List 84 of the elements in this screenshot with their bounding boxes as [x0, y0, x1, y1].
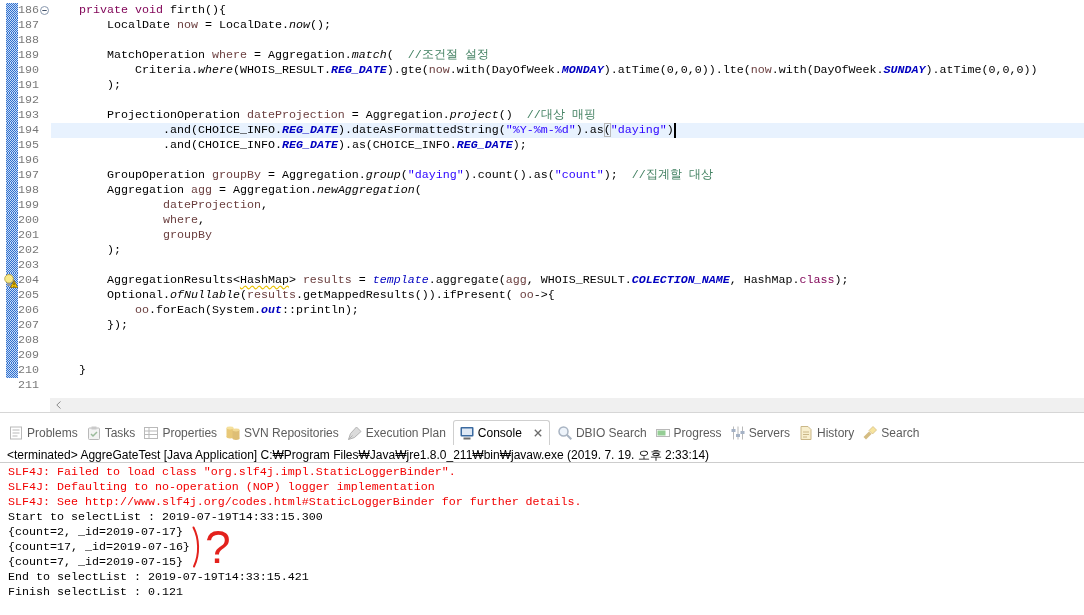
- line-number: 192: [18, 93, 39, 108]
- view-tab[interactable]: Console: [452, 420, 550, 445]
- search-icon: [557, 426, 572, 440]
- console-line: {count=7, _id=2019-07-15}: [8, 555, 183, 570]
- collapse-icon[interactable]: [40, 6, 49, 15]
- pen-icon: [347, 426, 362, 440]
- line-number: 194: [18, 123, 39, 138]
- line-number: 198: [18, 183, 39, 198]
- line-number: 188: [18, 33, 39, 48]
- chevron-left-icon[interactable]: [56, 401, 61, 409]
- code-line: LocalDate now = LocalDate.now();: [107, 18, 331, 33]
- view-tab[interactable]: Tasks: [84, 420, 143, 445]
- flashlight-icon: [863, 426, 878, 440]
- console-line: SLF4J: Failed to load class "org.slf4j.impl.StaticLoggerBinder".: [8, 465, 456, 480]
- code-line: Aggregation agg = Aggregation.newAggregation(: [107, 183, 422, 198]
- line-number: 191: [18, 78, 39, 93]
- line-number: 208: [18, 333, 39, 348]
- line-number: 205: [18, 288, 39, 303]
- line-number: 200: [18, 213, 39, 228]
- code-line: dateProjection,: [163, 198, 268, 213]
- code-line: private void firth(){: [79, 3, 226, 18]
- view-tab[interactable]: Properties: [142, 420, 225, 445]
- code-line: AggregationResults<HashMap> results = template.aggregate(agg, WHOIS_RESULT.COLECTION_NAME, HashMap.class);: [107, 273, 849, 288]
- console-header: <terminated> AggreGateTest [Java Application] C:₩Program Files₩Java₩jre1.8.0_211₩bin₩javaw.exe (2019. 7. 19. 오후 2:33:14): [7, 448, 710, 462]
- line-number: 195: [18, 138, 39, 153]
- line-number: 203: [18, 258, 39, 273]
- console-line: {count=2, _id=2019-07-17}: [8, 525, 183, 540]
- line-number: 189: [18, 48, 39, 63]
- code-line: ProjectionOperation dateProjection = Aggregation.project() //대상 매핑: [107, 108, 596, 123]
- line-number: 201: [18, 228, 39, 243]
- table-icon: [144, 426, 159, 440]
- line-number: 190: [18, 63, 39, 78]
- line-number: 209: [18, 348, 39, 363]
- line-number: 196: [18, 153, 39, 168]
- cylinders-icon: [226, 426, 241, 440]
- line-number: 210: [18, 363, 39, 378]
- code-line: Optional.ofNullable(results.getMappedResults()).ifPresent( oo->{: [107, 288, 555, 303]
- clipboard-check-icon: [86, 426, 101, 440]
- code-line: GroupOperation groupBy = Aggregation.group("daying").count().as("count"); //집계할 대상: [107, 168, 713, 183]
- sliders-icon: [730, 426, 745, 440]
- line-number: 186: [18, 3, 39, 18]
- view-tab[interactable]: Progress: [653, 420, 729, 445]
- code-line: where,: [163, 213, 205, 228]
- document-icon: [798, 426, 813, 440]
- console-line: Start to selectList : 2019-07-19T14:33:15.300: [8, 510, 323, 525]
- code-line: );: [107, 243, 121, 258]
- monitor-icon: [459, 426, 474, 440]
- view-tab[interactable]: DBIO Search: [555, 420, 654, 445]
- console-line: SLF4J: See http://www.slf4j.org/codes.html#StaticLoggerBinder for further details.: [8, 495, 582, 510]
- line-number: 204: [18, 273, 39, 288]
- code-line: oo.forEach(System.out::println);: [135, 303, 359, 318]
- text-cursor: [673, 123, 676, 138]
- progress-bar-icon: [655, 426, 670, 440]
- line-number: 202: [18, 243, 39, 258]
- code-line: });: [107, 318, 128, 333]
- code-line: MatchOperation where = Aggregation.match( //조건절 설정: [107, 48, 489, 63]
- view-tab[interactable]: History: [796, 420, 862, 445]
- console-line: SLF4J: Defaulting to no-operation (NOP) logger implementation: [8, 480, 435, 495]
- view-tab[interactable]: SVN Repositories: [224, 420, 346, 445]
- horizontal-scrollbar[interactable]: [50, 398, 1084, 412]
- code-line: groupBy: [163, 228, 212, 243]
- console-line: Finish selectList : 0.121: [8, 585, 183, 600]
- line-number: 197: [18, 168, 39, 183]
- code-line: );: [107, 78, 121, 93]
- code-line: .and(CHOICE_INFO.REG_DATE).dateAsFormattedString("%Y-%m-%d").as("daying"): [163, 123, 674, 138]
- line-number: 211: [18, 378, 39, 393]
- close-icon[interactable]: [533, 429, 542, 437]
- list-icon: [9, 426, 23, 440]
- view-tab[interactable]: Execution Plan: [345, 420, 453, 445]
- code-line: .and(CHOICE_INFO.REG_DATE).as(CHOICE_INFO.REG_DATE);: [163, 138, 527, 153]
- view-tab[interactable]: Servers: [728, 420, 797, 445]
- line-number: 187: [18, 18, 39, 33]
- handwritten-question-mark: ?: [205, 524, 231, 570]
- console-line: End to selectList : 2019-07-19T14:33:15.421: [8, 570, 309, 585]
- console-line: {count=17, _id=2019-07-16}: [8, 540, 190, 555]
- code-line: }: [79, 363, 86, 378]
- line-number: 199: [18, 198, 39, 213]
- view-tab[interactable]: Search: [861, 420, 927, 445]
- code-line: Criteria.where(WHOIS_RESULT.REG_DATE).gte(now.with(DayOfWeek.MONDAY).atTime(0,0,0)).lte(now.with(DayOfWeek.SUNDAY).atTime(0,0,0)): [135, 63, 1038, 78]
- line-number: 193: [18, 108, 39, 123]
- line-number: 206: [18, 303, 39, 318]
- line-number: 207: [18, 318, 39, 333]
- handwritten-bracket-icon: [192, 526, 201, 568]
- view-tab[interactable]: Problems: [7, 420, 85, 445]
